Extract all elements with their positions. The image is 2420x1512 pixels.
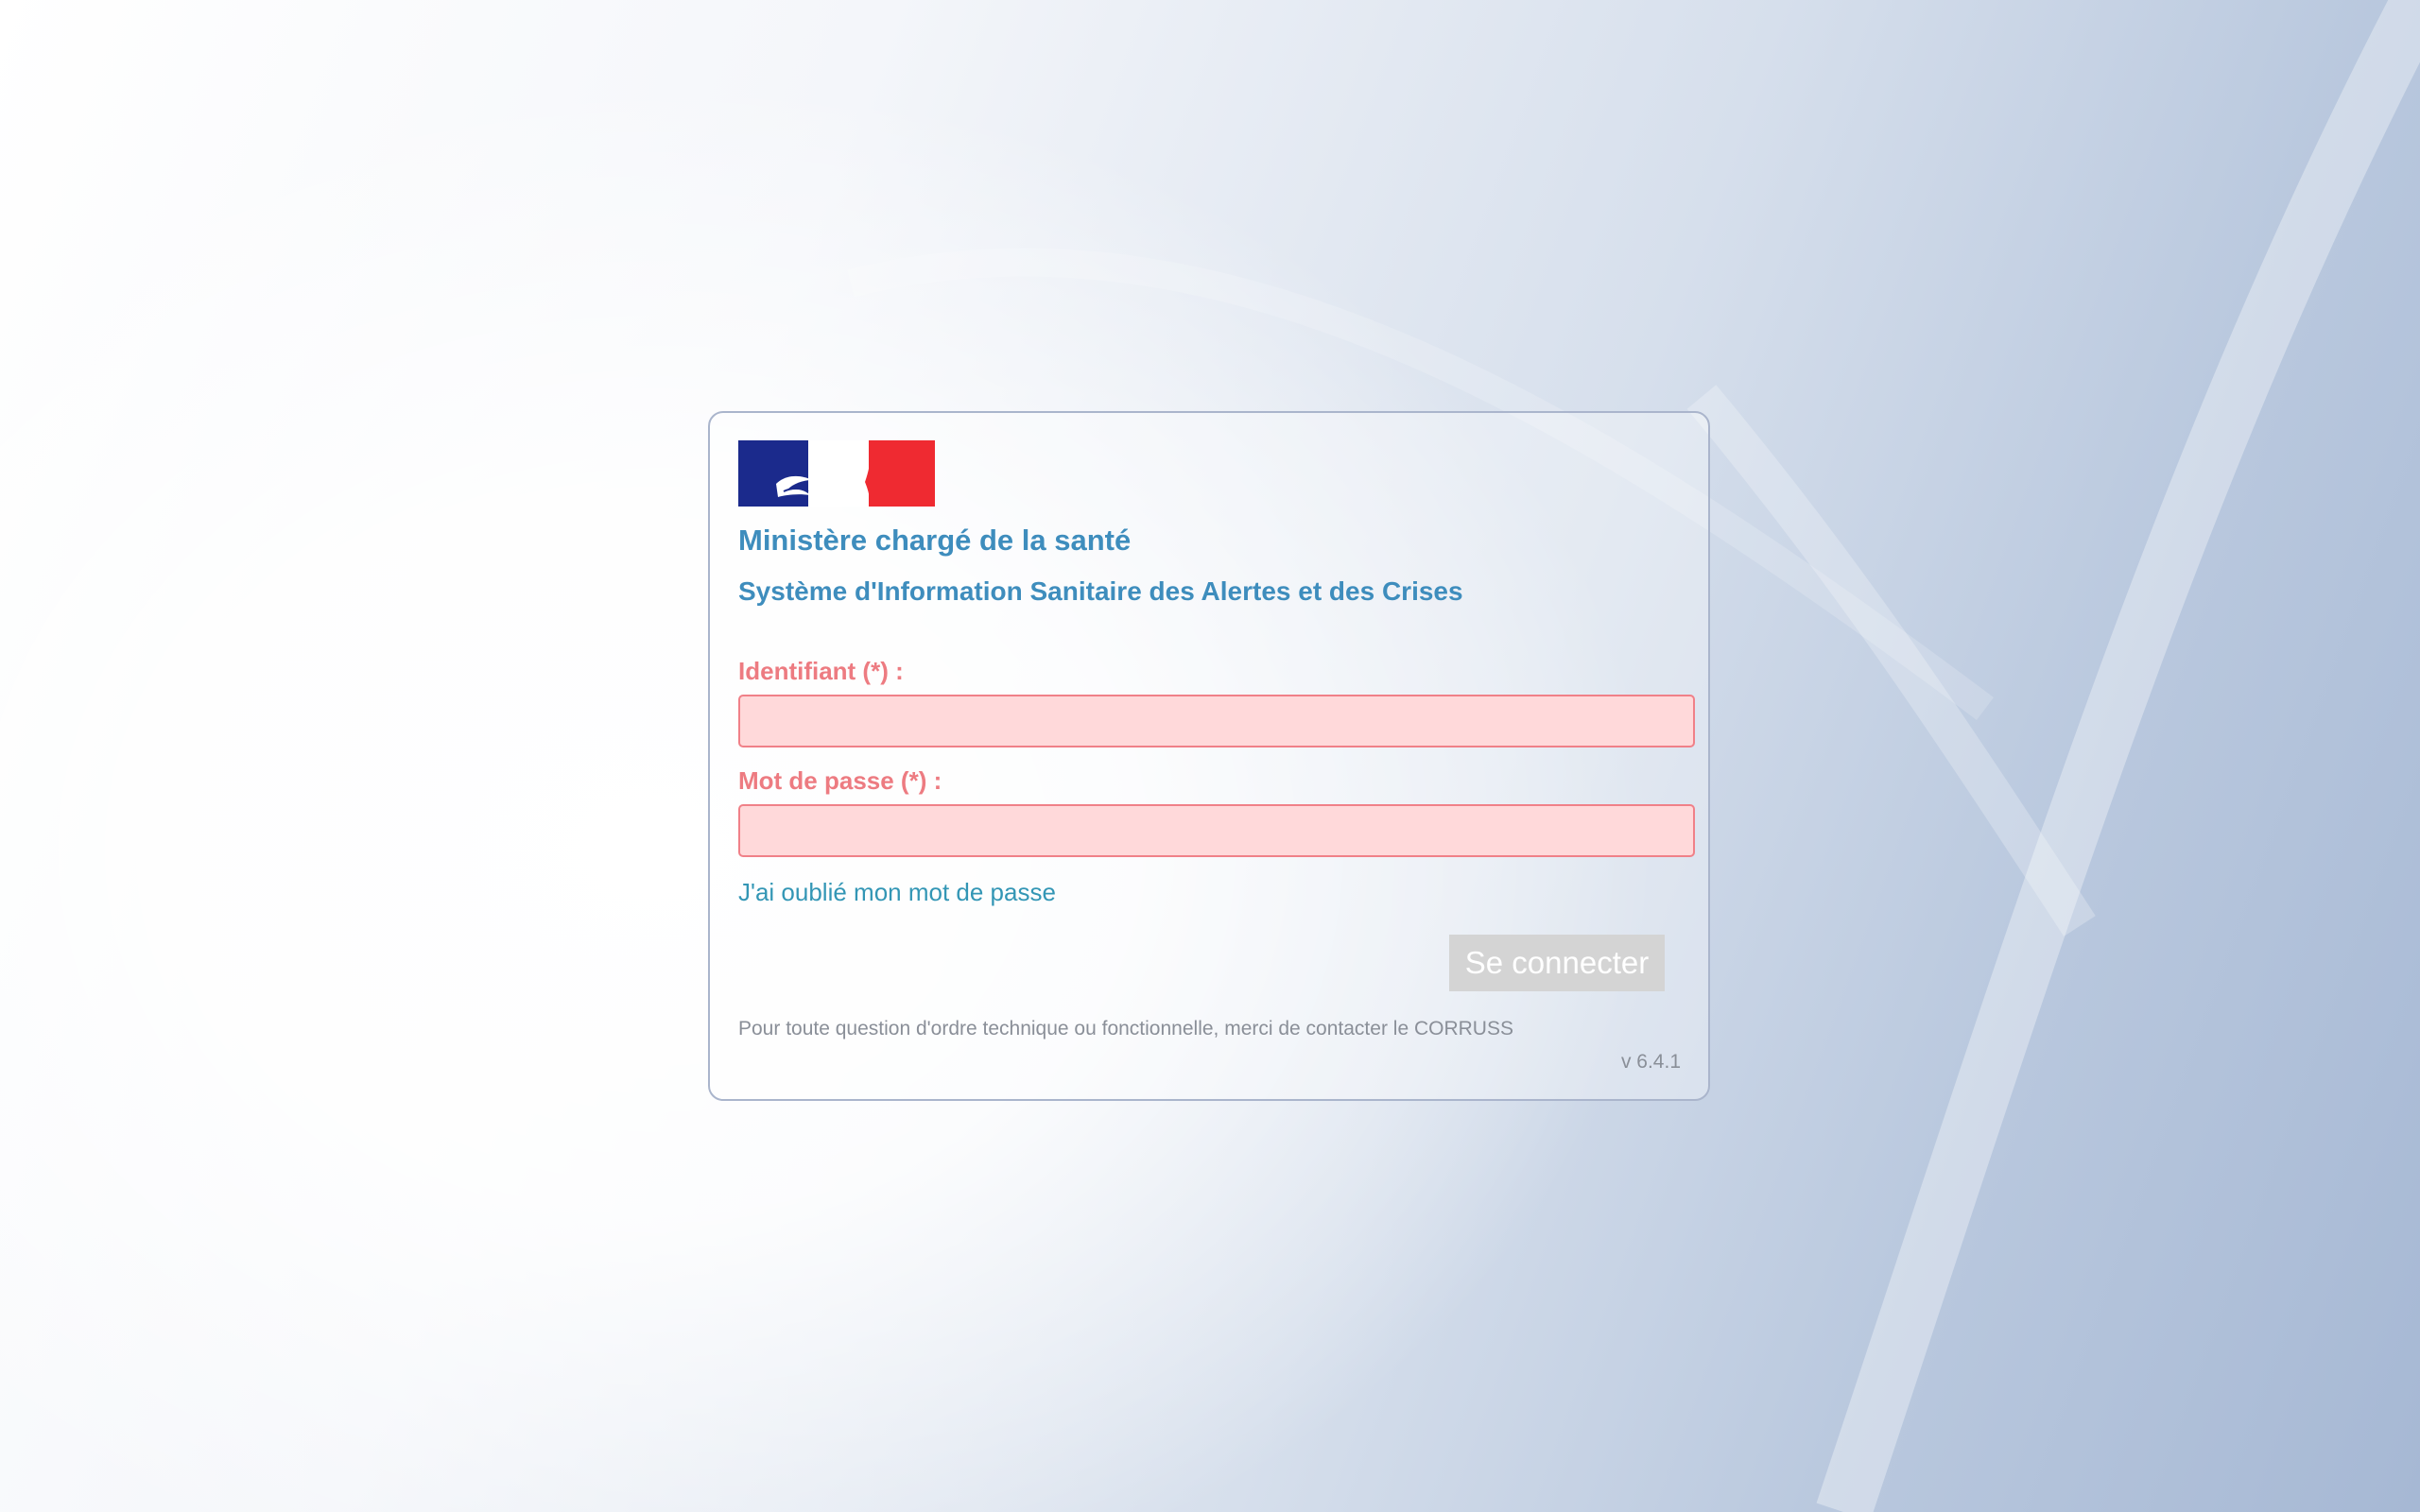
password-label: Mot de passe (*) : xyxy=(738,766,942,795)
login-panel: Ministère chargé de la santé Système d'I… xyxy=(708,411,1710,1101)
username-label: Identifiant (*) : xyxy=(738,657,904,685)
ministry-title: Ministère chargé de la santé xyxy=(738,524,1132,557)
marianne-logo xyxy=(738,440,935,507)
contact-text: Pour toute question d'ordre technique ou… xyxy=(738,1018,1513,1040)
username-input[interactable] xyxy=(738,695,1695,747)
password-input[interactable] xyxy=(738,804,1695,857)
version-label: v 6.4.1 xyxy=(1620,1051,1681,1073)
system-title: Système d'Information Sanitaire des Aler… xyxy=(738,576,1463,606)
forgot-password-link[interactable]: J'ai oublié mon mot de passe xyxy=(738,878,1056,907)
login-button[interactable]: Se connecter xyxy=(1449,935,1665,991)
